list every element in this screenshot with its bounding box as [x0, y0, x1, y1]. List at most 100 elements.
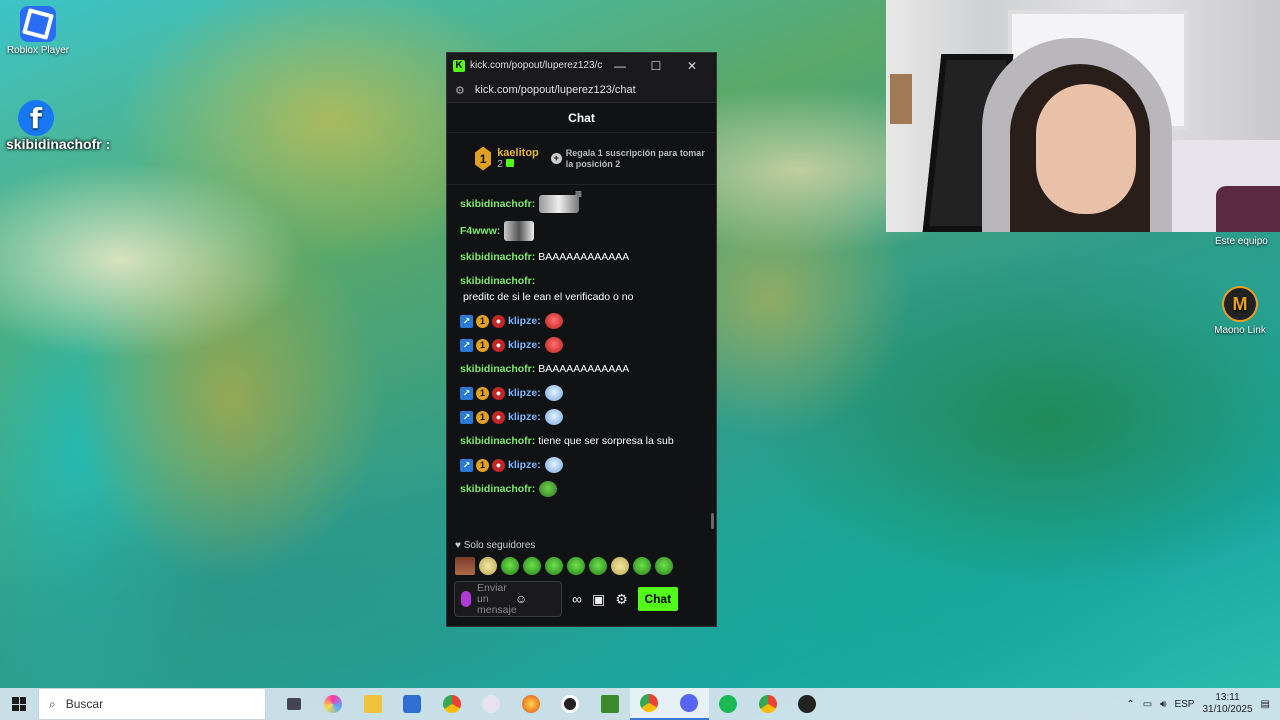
site-settings-icon[interactable]: ⚙ — [455, 84, 465, 97]
file-explorer-icon[interactable] — [353, 688, 393, 720]
language-indicator[interactable]: ESP — [1174, 699, 1194, 710]
store-app-icon[interactable] — [393, 688, 433, 720]
emote-button[interactable] — [655, 557, 673, 575]
chat-username[interactable]: skibidinachofr: — [460, 481, 535, 497]
wps-icon[interactable] — [472, 688, 512, 720]
chat-message: F4www: — [460, 221, 705, 241]
chat-username[interactable]: F4www: — [460, 223, 500, 239]
emote-button[interactable] — [611, 557, 629, 575]
search-placeholder: Buscar — [65, 697, 104, 711]
emote-button[interactable] — [589, 557, 607, 575]
chrome-profile-icon[interactable] — [748, 688, 788, 720]
chat-input-placeholder: Enviar un mensaje — [477, 581, 517, 616]
infinity-icon[interactable]: ∞ — [572, 591, 582, 607]
clock-time: 13:11 — [1215, 692, 1240, 703]
chrome-icon[interactable] — [432, 688, 472, 720]
moderator-badge-icon: ↗ — [460, 410, 473, 424]
pinned-username[interactable]: kaelitop — [497, 147, 539, 159]
subscriber-badge-icon: 1 — [476, 458, 489, 472]
gear-icon[interactable]: ⚙ — [615, 591, 628, 608]
window-title: kick.com/popout/luperez123/c... — [470, 60, 602, 71]
followers-only-notice: ♥ Solo seguidores — [455, 540, 536, 551]
desktop-icon-maono[interactable]: M Maono Link — [1204, 286, 1276, 336]
gifter-badge-icon: ● — [492, 386, 505, 400]
gifter-badge-icon: ● — [492, 410, 505, 424]
emote-button[interactable] — [455, 557, 475, 575]
chat-username[interactable]: skibidinachofr: — [460, 196, 535, 212]
gifter-badge-icon: ● — [492, 338, 505, 352]
chat-message: skibidinachofr: — [460, 195, 705, 213]
desktop-icon-roblox[interactable]: Roblox Player — [2, 6, 74, 56]
scrollbar[interactable] — [711, 513, 714, 529]
url-text: kick.com/popout/luperez123/chat — [474, 84, 636, 96]
chat-username[interactable]: klipze: — [508, 337, 541, 353]
minecraft-icon[interactable] — [590, 688, 630, 720]
chevron-up-icon[interactable]: ⌃ — [1126, 699, 1134, 710]
system-tray: ⌃ ▭ 🔊︎ ESP 13:11 31/10/2025 ▤ — [1126, 688, 1280, 720]
emote-button[interactable] — [501, 557, 519, 575]
chat-emote — [539, 195, 580, 213]
gift-sub-text: Regala 1 suscripción para tomar la posic… — [565, 147, 705, 169]
network-icon[interactable]: ▭ — [1143, 699, 1152, 710]
volume-icon[interactable]: 🔊︎ — [1160, 699, 1166, 710]
chat-message: skibidinachofr: — [460, 481, 705, 497]
taskbar-search[interactable]: ⌕ Buscar — [38, 688, 266, 720]
facebook-icon: f — [18, 100, 54, 136]
desktop-icon-facebook[interactable]: f — [0, 100, 72, 139]
notification-icon[interactable]: ▤ — [1261, 699, 1270, 710]
gift-sub-prompt[interactable]: + Regala 1 suscripción para tomar la pos… — [550, 147, 706, 170]
chat-username[interactable]: klipze: — [508, 457, 541, 473]
obs-icon[interactable] — [551, 688, 591, 720]
discord-icon[interactable] — [669, 688, 709, 720]
subscriber-badge-icon: 1 — [476, 314, 489, 328]
subscriber-badge-icon: 1 — [476, 410, 489, 424]
moderator-badge-icon: ↗ — [460, 458, 473, 472]
close-icon[interactable]: ✕ — [674, 59, 710, 73]
copilot-icon[interactable] — [314, 688, 354, 720]
chat-input-bar: Enviar un mensaje ☺ ∞ ▣ ⚙ Chat — [454, 581, 712, 617]
desktop-icon-label: Maono Link — [1214, 325, 1266, 336]
pinned-gifter-banner: 1 kaelitop 2 + Regala 1 suscripción para… — [447, 133, 716, 185]
chat-username[interactable]: klipze: — [508, 385, 541, 401]
chat-message: skibidinachofr: tiene que ser sorpresa la… — [460, 433, 705, 449]
kick-logo-icon: K — [453, 59, 465, 72]
chat-emote — [504, 221, 535, 241]
send-chat-button[interactable]: Chat — [637, 587, 678, 611]
emote-button[interactable] — [567, 557, 585, 575]
maximize-icon[interactable]: ☐ — [638, 59, 674, 73]
mic-icon[interactable] — [461, 591, 471, 607]
chat-message: ↗ 1 ● klipze: — [460, 337, 705, 353]
chat-username[interactable]: klipze: — [508, 409, 541, 425]
app-icon-orange[interactable] — [511, 688, 551, 720]
heart-icon: ♥ — [455, 540, 461, 551]
gift-count: 2 — [497, 159, 503, 170]
moderator-badge-icon: ↗ — [460, 386, 473, 400]
minimize-icon[interactable]: — — [602, 59, 638, 73]
chat-username[interactable]: skibidinachofr: — [460, 249, 535, 265]
chat-username[interactable]: skibidinachofr: — [460, 273, 535, 289]
chrome-icon-active[interactable] — [629, 688, 669, 720]
spotify-icon[interactable] — [709, 688, 749, 720]
chat-message-text: BAAAAAAAAAAAA — [538, 251, 630, 263]
task-view-icon[interactable] — [274, 688, 314, 720]
emote-button[interactable] — [633, 557, 651, 575]
emote-button[interactable] — [545, 557, 563, 575]
start-button[interactable] — [0, 697, 38, 711]
app-icon-dark[interactable] — [788, 688, 828, 720]
chat-username[interactable]: skibidinachofr: — [460, 361, 535, 377]
chat-emote — [544, 409, 563, 425]
store-icon[interactable]: ▣ — [592, 591, 605, 608]
emote-picker-icon[interactable]: ☺ — [515, 592, 527, 606]
emote-button[interactable] — [479, 557, 497, 575]
desktop-icon-label: Este equipo — [1215, 236, 1268, 247]
address-bar[interactable]: ⚙ kick.com/popout/luperez123/chat — [447, 78, 716, 103]
chat-username[interactable]: klipze: — [508, 313, 541, 329]
chat-input[interactable]: Enviar un mensaje ☺ — [454, 581, 562, 617]
chat-username[interactable]: skibidinachofr: — [460, 433, 535, 449]
emote-button[interactable] — [523, 557, 541, 575]
clock[interactable]: 13:11 31/10/2025 — [1202, 692, 1252, 716]
window-titlebar[interactable]: K kick.com/popout/luperez123/c... — ☐ ✕ — [447, 53, 716, 78]
chat-emote — [539, 481, 558, 497]
chat-emote — [544, 457, 563, 473]
chat-message-text: BAAAAAAAAAAAA — [538, 363, 630, 375]
